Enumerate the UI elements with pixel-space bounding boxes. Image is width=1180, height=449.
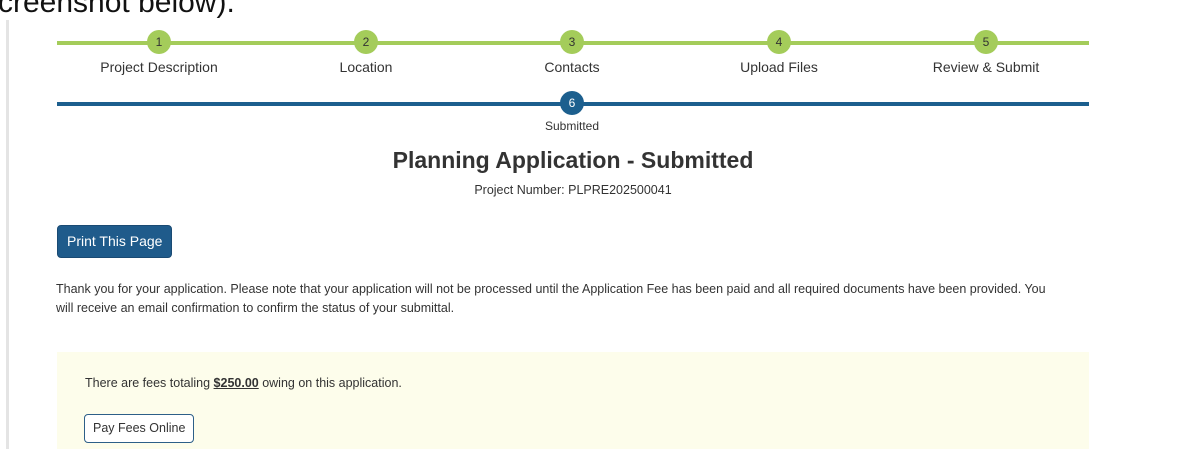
- submitted-stepper: 6 Submitted: [57, 91, 1089, 141]
- project-number: Project Number: PLPRE202500041: [474, 183, 672, 197]
- step-location: 2 Location: [266, 30, 466, 75]
- print-page-button[interactable]: Print This Page: [57, 225, 173, 258]
- step-label: Review & Submit: [932, 59, 1040, 75]
- step-upload-files: 4 Upload Files: [679, 30, 879, 75]
- step-label: Contacts: [544, 59, 600, 75]
- pay-fees-button[interactable]: Pay Fees Online: [84, 414, 195, 443]
- step-circle: 1: [147, 30, 171, 54]
- step-circle: 3: [560, 30, 584, 54]
- fee-amount: $250.00: [213, 376, 259, 390]
- step-circle: 4: [767, 30, 791, 54]
- step-project-description: 1 Project Description: [59, 30, 259, 75]
- fees-text-after: owing on this application.: [258, 376, 402, 390]
- step-label: Location: [339, 59, 393, 75]
- step-review-submit: 5 Review & Submit: [886, 30, 1086, 75]
- fees-text-before: There are fees totaling: [85, 376, 214, 390]
- step-circle: 2: [354, 30, 378, 54]
- step-circle: 6: [560, 91, 584, 115]
- page-title: Planning Application - Submitted: [392, 147, 754, 173]
- step-label: Project Description: [100, 59, 218, 75]
- step-submitted: 6 Submitted: [472, 91, 672, 133]
- progress-stepper: 1 Project Description 2 Location 3 Conta…: [57, 30, 1089, 80]
- confirmation-message: Thank you for your application. Please n…: [56, 282, 1046, 315]
- step-label: Upload Files: [740, 59, 818, 75]
- step-contacts: 3 Contacts: [472, 30, 672, 75]
- page-caption: creenshot below).: [0, 0, 235, 19]
- fees-text: There are fees totaling $250.00 owing on…: [85, 376, 402, 390]
- step-label: Submitted: [544, 119, 600, 133]
- fees-panel: There are fees totaling $250.00 owing on…: [57, 352, 1089, 449]
- step-circle: 5: [974, 30, 998, 54]
- left-divider: [6, 20, 9, 449]
